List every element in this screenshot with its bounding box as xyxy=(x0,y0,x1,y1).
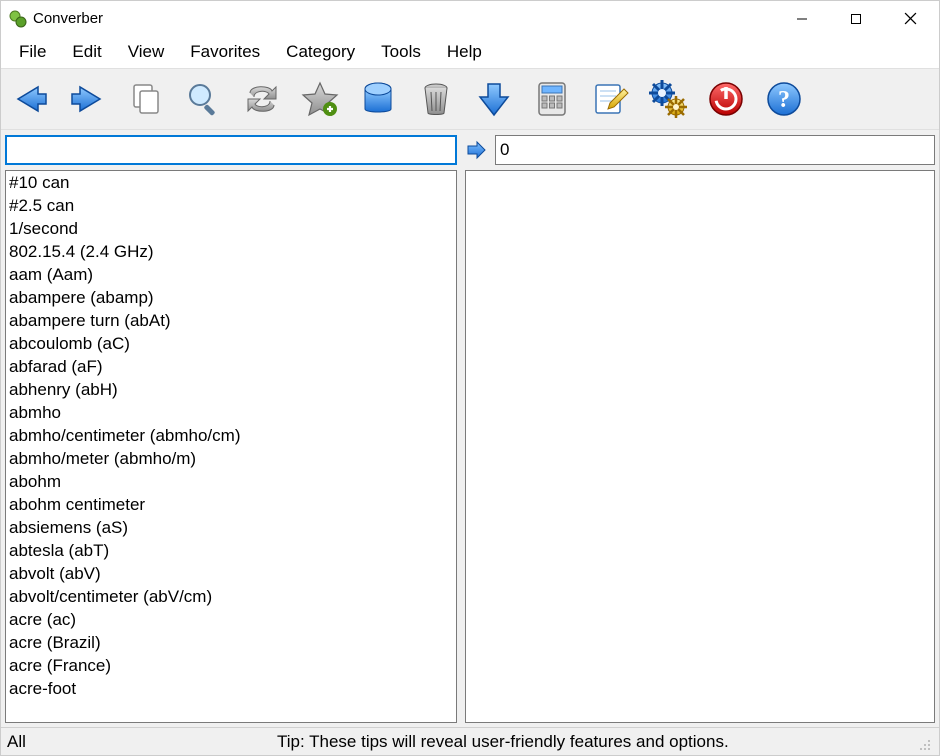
from-unit-item[interactable]: absiemens (aS) xyxy=(8,516,454,539)
power-icon xyxy=(706,79,746,119)
database-button[interactable] xyxy=(355,76,401,122)
statusbar: All Tip: These tips will reveal user-fri… xyxy=(1,727,939,755)
trash-button[interactable] xyxy=(413,76,459,122)
menu-file[interactable]: File xyxy=(7,38,58,66)
menu-tools[interactable]: Tools xyxy=(369,38,433,66)
main-area: #10 can#2.5 can1/second802.15.4 (2.4 GHz… xyxy=(1,170,939,727)
from-unit-item[interactable]: abhenry (abH) xyxy=(8,378,454,401)
from-unit-item[interactable]: acre (ac) xyxy=(8,608,454,631)
help-icon xyxy=(764,79,804,119)
from-unit-item[interactable]: abvolt (abV) xyxy=(8,562,454,585)
from-unit-item[interactable]: abfarad (aF) xyxy=(8,355,454,378)
window-title: Converber xyxy=(33,10,103,27)
forward-button[interactable] xyxy=(65,76,111,122)
conversion-input-row xyxy=(1,130,939,170)
menu-edit[interactable]: Edit xyxy=(60,38,113,66)
from-unit-item[interactable]: 1/second xyxy=(8,217,454,240)
from-unit-item[interactable]: abampere turn (abAt) xyxy=(8,309,454,332)
minimize-button[interactable] xyxy=(775,1,829,36)
help-button[interactable] xyxy=(761,76,807,122)
from-unit-item[interactable]: acre (France) xyxy=(8,654,454,677)
trash-icon xyxy=(416,79,456,119)
swap-icon xyxy=(242,79,282,119)
edit-note-button[interactable] xyxy=(587,76,633,122)
settings-button[interactable] xyxy=(645,76,691,122)
close-button[interactable] xyxy=(883,1,937,36)
from-unit-item[interactable]: abmho/meter (abmho/m) xyxy=(8,447,454,470)
status-tip: Tip: These tips will reveal user-friendl… xyxy=(277,732,915,752)
from-unit-item[interactable]: abohm xyxy=(8,470,454,493)
from-value-input[interactable] xyxy=(5,135,457,165)
app-icon xyxy=(8,9,28,29)
from-unit-item[interactable]: abmho xyxy=(8,401,454,424)
from-unit-item[interactable]: abmho/centimeter (abmho/cm) xyxy=(8,424,454,447)
from-unit-item[interactable]: abcoulomb (aC) xyxy=(8,332,454,355)
menubar: FileEditViewFavoritesCategoryToolsHelp xyxy=(1,36,939,68)
copy-icon xyxy=(126,79,166,119)
resize-grip[interactable] xyxy=(915,735,933,753)
menu-help[interactable]: Help xyxy=(435,38,494,66)
back-icon xyxy=(10,79,50,119)
toolbar xyxy=(1,68,939,130)
from-unit-item[interactable]: acre (Brazil) xyxy=(8,631,454,654)
from-units-listbox[interactable]: #10 can#2.5 can1/second802.15.4 (2.4 GHz… xyxy=(5,170,457,723)
power-button[interactable] xyxy=(703,76,749,122)
copy-button[interactable] xyxy=(123,76,169,122)
calculator-button[interactable] xyxy=(529,76,575,122)
swap-button[interactable] xyxy=(239,76,285,122)
from-unit-item[interactable]: abtesla (abT) xyxy=(8,539,454,562)
forward-icon xyxy=(68,79,108,119)
convert-arrow-icon xyxy=(463,137,489,163)
menu-view[interactable]: View xyxy=(116,38,177,66)
favorite-add-icon xyxy=(300,79,340,119)
database-icon xyxy=(358,79,398,119)
edit-note-icon xyxy=(590,79,630,119)
from-unit-item[interactable]: #10 can xyxy=(8,171,454,194)
download-button[interactable] xyxy=(471,76,517,122)
download-icon xyxy=(474,79,514,119)
from-unit-item[interactable]: abvolt/centimeter (abV/cm) xyxy=(8,585,454,608)
from-unit-item[interactable]: abohm centimeter xyxy=(8,493,454,516)
menu-category[interactable]: Category xyxy=(274,38,367,66)
search-icon xyxy=(184,79,224,119)
from-unit-item[interactable]: aam (Aam) xyxy=(8,263,454,286)
to-value-output[interactable] xyxy=(495,135,935,165)
maximize-button[interactable] xyxy=(829,1,883,36)
favorite-add-button[interactable] xyxy=(297,76,343,122)
search-button[interactable] xyxy=(181,76,227,122)
from-unit-item[interactable]: 802.15.4 (2.4 GHz) xyxy=(8,240,454,263)
from-unit-item[interactable]: acre-foot xyxy=(8,677,454,700)
to-units-listbox[interactable] xyxy=(465,170,935,723)
status-category: All xyxy=(7,732,277,752)
back-button[interactable] xyxy=(7,76,53,122)
app-window: Converber FileEditViewFavoritesCategoryT… xyxy=(0,0,940,756)
from-unit-item[interactable]: #2.5 can xyxy=(8,194,454,217)
menu-favorites[interactable]: Favorites xyxy=(178,38,272,66)
calculator-icon xyxy=(532,79,572,119)
titlebar: Converber xyxy=(1,1,939,36)
from-unit-item[interactable]: abampere (abamp) xyxy=(8,286,454,309)
settings-icon xyxy=(648,79,688,119)
